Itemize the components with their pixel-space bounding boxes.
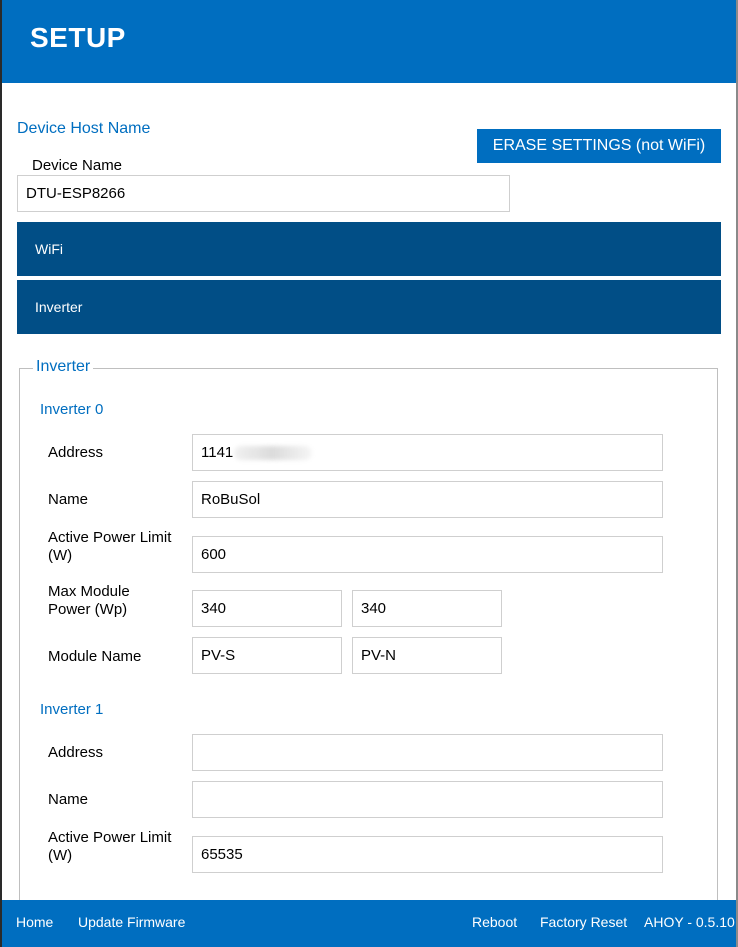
inverter-0-max-module-power-2-input[interactable] bbox=[352, 590, 502, 627]
inverter-0-address-label: Address bbox=[48, 444, 104, 461]
footer-update-firmware-link[interactable]: Update Firmware bbox=[78, 914, 185, 930]
inverter-0-max-module-label: Max Module Power (Wp) bbox=[48, 583, 130, 618]
footer-factory-reset-link[interactable]: Factory Reset bbox=[540, 914, 627, 930]
page-header: SETUP bbox=[2, 0, 736, 83]
inverter-1-address-input[interactable] bbox=[192, 734, 663, 771]
device-name-input[interactable] bbox=[17, 175, 510, 212]
inverter-1-address-label: Address bbox=[48, 744, 104, 761]
inverter-1-power-limit-label: Active Power Limit (W) bbox=[48, 829, 172, 864]
device-host-section-title: Device Host Name bbox=[17, 120, 151, 137]
inverter-0-module-name-1-input[interactable] bbox=[192, 637, 342, 674]
setup-page: SETUP Device Host Name ERASE SETTINGS (n… bbox=[0, 0, 738, 947]
inverter-1-name-input[interactable] bbox=[192, 781, 663, 818]
wifi-collapsible[interactable]: WiFi bbox=[17, 222, 721, 276]
redacted-address-blur bbox=[234, 445, 313, 460]
inverter-0-name-label: Name bbox=[48, 491, 89, 508]
inverter-0-module-name-2-input[interactable] bbox=[352, 637, 502, 674]
footer-home-link[interactable]: Home bbox=[16, 914, 53, 930]
inverter-fieldset-legend: Inverter bbox=[33, 358, 94, 376]
inverter-0-power-limit-label: Active Power Limit (W) bbox=[48, 529, 172, 564]
inverter-0-address-value: 1141 bbox=[201, 444, 234, 461]
inverter-0-address-input[interactable]: 1141 bbox=[192, 434, 663, 471]
device-name-label: Device Name bbox=[32, 157, 123, 174]
erase-settings-button[interactable]: ERASE SETTINGS (not WiFi) bbox=[477, 129, 721, 163]
inverter-collapsible[interactable]: Inverter bbox=[17, 280, 721, 334]
inverter-0-title: Inverter 0 bbox=[40, 401, 104, 418]
footer-version: AHOY - 0.5.10 bbox=[644, 914, 735, 930]
page-title: SETUP bbox=[30, 22, 126, 53]
page-footer: Home Update Firmware Reboot Factory Rese… bbox=[2, 900, 736, 947]
inverter-1-title: Inverter 1 bbox=[40, 701, 104, 718]
inverter-1-power-limit-input[interactable] bbox=[192, 836, 663, 873]
inverter-0-max-module-power-1-input[interactable] bbox=[192, 590, 342, 627]
inverter-0-name-input[interactable] bbox=[192, 481, 663, 518]
footer-reboot-link[interactable]: Reboot bbox=[472, 914, 517, 930]
inverter-1-name-label: Name bbox=[48, 791, 89, 808]
inverter-0-power-limit-input[interactable] bbox=[192, 536, 663, 573]
window-left-edge bbox=[0, 0, 2, 947]
inverter-0-module-name-label: Module Name bbox=[48, 648, 142, 665]
